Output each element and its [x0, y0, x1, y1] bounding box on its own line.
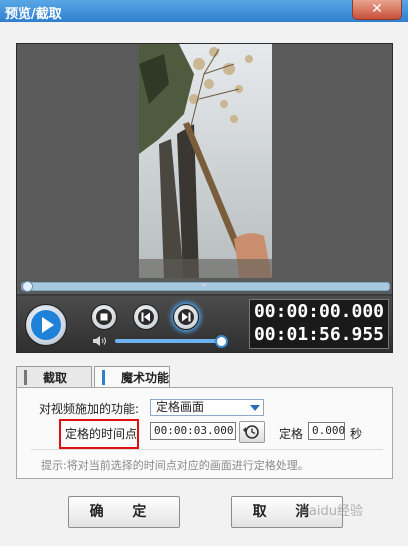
watermark: Baidu经验: [300, 504, 363, 519]
tab-label: 魔术功能: [121, 371, 170, 385]
current-time: 00:00:00.000: [253, 301, 385, 322]
stop-button[interactable]: [91, 304, 117, 330]
video-area: [17, 44, 392, 278]
time-display: 00:00:00.000 00:01:56.955: [249, 299, 389, 349]
time-point-input[interactable]: 00:00:03.000: [150, 422, 236, 440]
volume-icon[interactable]: [93, 336, 107, 346]
next-frame-button[interactable]: [173, 304, 199, 330]
play-icon: [31, 310, 61, 340]
time-point-label: 定格的时间点: [65, 427, 138, 441]
tab-capture[interactable]: 截取: [16, 366, 92, 388]
function-value: 定格画面: [156, 400, 205, 414]
seek-area: ⌄: [17, 275, 392, 294]
freeze-duration-input[interactable]: 0.000: [308, 422, 345, 440]
use-current-time-button[interactable]: [239, 421, 265, 443]
chevron-down-icon: [250, 405, 260, 411]
collapse-icon[interactable]: ⌄: [199, 275, 209, 289]
window-title: 预览/截取: [5, 7, 62, 22]
clock-icon: [243, 425, 259, 439]
hint-text: 提示:将对当前选择的时间点对应的画面进行定格处理。: [41, 459, 309, 472]
control-bar: 00:00:00.000 00:01:56.955: [17, 296, 392, 352]
close-button[interactable]: ✕: [352, 0, 402, 20]
divider: [31, 449, 383, 450]
freeze-label: 定格: [279, 427, 304, 441]
seconds-unit: 秒: [350, 427, 363, 441]
total-time: 00:01:56.955: [253, 324, 385, 345]
volume-thumb[interactable]: [215, 335, 228, 348]
freeze-duration-value: 0.000: [312, 424, 346, 437]
tab-label: 截取: [43, 371, 68, 385]
tab-marker: [102, 370, 105, 385]
ok-button[interactable]: 确 定: [68, 496, 180, 528]
ok-label: 确 定: [89, 504, 159, 520]
volume-slider[interactable]: [115, 339, 220, 343]
video-frame: [139, 44, 272, 278]
function-label: 对视频施加的功能:: [39, 402, 140, 416]
close-icon: ✕: [371, 1, 383, 17]
function-select[interactable]: 定格画面: [150, 399, 264, 416]
previous-frame-button[interactable]: [133, 304, 159, 330]
seek-thumb[interactable]: [22, 281, 33, 292]
time-point-value: 00:00:03.000: [154, 424, 234, 437]
previous-frame-icon: [138, 309, 154, 325]
next-frame-icon: [178, 309, 194, 325]
tab-magic[interactable]: 魔术功能: [94, 366, 170, 388]
stop-icon: [96, 309, 112, 325]
preview-window: 预览/截取 ✕ ⌄ 00:00:00.000 00:01:56.955 截取 魔…: [0, 0, 408, 546]
tab-marker: [24, 370, 27, 385]
magic-panel: 对视频施加的功能: 定格画面 定格的时间点 00:00:03.000 定格 0.…: [16, 387, 393, 479]
play-button[interactable]: [25, 304, 67, 346]
title-bar[interactable]: 预览/截取 ✕: [0, 0, 408, 22]
video-player: ⌄ 00:00:00.000 00:01:56.955: [16, 43, 393, 353]
